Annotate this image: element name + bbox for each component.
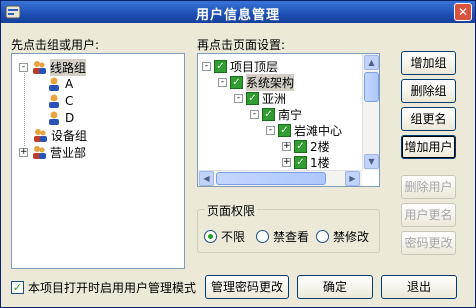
user-management-window: 用户信息管理 ✕ 先点击组或用户: - 线路组 A C D 设备组 + 营业部 …	[0, 0, 476, 308]
checked-icon[interactable]: ✓	[294, 139, 307, 153]
expand-icon[interactable]: +	[282, 157, 291, 167]
checked-icon[interactable]: ✓	[262, 107, 275, 121]
group-icon	[33, 146, 46, 159]
scroll-left-icon[interactable]: ◀	[199, 171, 214, 186]
radio-label: 不限	[221, 230, 246, 244]
tree-item-label: 设备组	[51, 128, 88, 143]
tree-item-user-a[interactable]: A	[46, 75, 73, 93]
horizontal-scroll-thumb[interactable]	[216, 172, 326, 185]
tree-item-line-group[interactable]: - 线路组	[19, 58, 87, 76]
page-tree-item-floor1[interactable]: + ✓ 1楼	[282, 153, 330, 171]
enable-user-mode-checkbox[interactable]: ✓ 本项目打开时启用用户管理模式	[11, 279, 196, 296]
checked-icon[interactable]: ✓	[214, 59, 227, 73]
radio-unselected-icon[interactable]	[316, 230, 329, 243]
admin-password-button[interactable]: 管理密码更改	[205, 275, 289, 299]
right-section-label: 再点击页面设置:	[197, 38, 286, 52]
checked-icon[interactable]: ✓	[230, 75, 243, 89]
tree-item-business-dept[interactable]: + 营业部	[19, 143, 86, 161]
close-icon[interactable]: ✕	[454, 3, 472, 21]
radio-label: 禁查看	[273, 230, 310, 244]
tree-item-label: A	[65, 77, 74, 91]
collapse-icon[interactable]: -	[19, 62, 28, 72]
checked-icon[interactable]: ✓	[246, 91, 259, 105]
collapse-icon[interactable]: -	[250, 109, 259, 119]
page-tree-label: 1楼	[310, 155, 330, 170]
checkbox-checked-icon[interactable]: ✓	[11, 281, 24, 294]
left-section-label: 先点击组或用户:	[11, 38, 100, 52]
change-password-button[interactable]: 密码更改	[401, 231, 456, 255]
radio-unselected-icon[interactable]	[256, 230, 269, 243]
page-tree-label: 项目顶层	[230, 59, 279, 74]
page-permissions-title: 页面权限	[205, 202, 258, 219]
rename-group-button[interactable]: 组更名	[401, 107, 456, 131]
page-tree-label: 系统架构	[246, 73, 295, 91]
window-title: 用户信息管理	[195, 8, 280, 23]
title-bar[interactable]: 用户信息管理 ✕	[1, 1, 475, 23]
user-icon	[49, 77, 59, 91]
scroll-up-icon[interactable]: ▲	[364, 55, 379, 70]
group-user-tree[interactable]: - 线路组 A C D 设备组 + 营业部	[11, 53, 185, 269]
ok-button[interactable]: 确定	[297, 275, 373, 299]
collapse-icon[interactable]: -	[266, 125, 275, 135]
checked-icon[interactable]: ✓	[278, 123, 291, 137]
collapse-icon[interactable]: -	[234, 93, 243, 103]
user-icon	[49, 94, 59, 108]
horizontal-scrollbar[interactable]: ◀ ▶	[198, 170, 362, 186]
add-group-button[interactable]: 增加组	[401, 51, 456, 75]
group-icon	[34, 129, 47, 142]
delete-group-button[interactable]: 删除组	[401, 79, 456, 103]
vertical-scrollbar[interactable]: ▲ ▼	[362, 54, 379, 170]
page-tree-label: 2楼	[310, 139, 330, 154]
add-user-button[interactable]: 增加用户	[401, 135, 456, 159]
group-icon	[33, 61, 46, 74]
delete-user-button[interactable]: 删除用户	[401, 175, 456, 199]
expand-icon[interactable]: +	[19, 147, 28, 157]
radio-label: 禁修改	[333, 230, 370, 244]
tree-item-label: C	[65, 94, 74, 108]
collapse-icon[interactable]: -	[218, 77, 227, 87]
radio-no-view[interactable]: 禁查看	[256, 228, 309, 245]
page-tree-label: 岩滩中心	[294, 123, 343, 138]
checked-icon[interactable]: ✓	[294, 155, 307, 169]
tree-item-user-d[interactable]: D	[46, 109, 74, 127]
tree-item-label: 线路组	[50, 58, 87, 76]
radio-unrestricted[interactable]: 不限	[204, 228, 245, 245]
tree-item-user-c[interactable]: C	[46, 92, 73, 110]
user-icon	[49, 111, 59, 125]
page-tree-label: 南宁	[278, 107, 303, 122]
radio-selected-icon[interactable]	[204, 230, 217, 243]
tree-item-device-group[interactable]: 设备组	[32, 126, 87, 144]
exit-button[interactable]: 退出	[381, 275, 457, 299]
expand-icon[interactable]: +	[282, 141, 291, 151]
radio-no-modify[interactable]: 禁修改	[316, 228, 369, 245]
page-tree-label: 亚洲	[262, 91, 287, 106]
rename-user-button[interactable]: 用户更名	[401, 203, 456, 227]
scroll-right-icon[interactable]: ▶	[345, 171, 360, 186]
page-tree[interactable]: - ✓ 项目顶层 - ✓ 系统架构 - ✓ 亚洲 - ✓ 南宁 - ✓ 岩滩中心…	[197, 53, 380, 187]
vertical-scroll-thumb[interactable]	[364, 72, 379, 102]
tree-item-label: D	[65, 111, 75, 125]
scroll-down-icon[interactable]: ▼	[364, 154, 379, 169]
collapse-icon[interactable]: -	[202, 61, 211, 71]
enable-user-mode-label: 本项目打开时启用用户管理模式	[28, 281, 197, 295]
tree-item-label: 营业部	[50, 145, 87, 160]
